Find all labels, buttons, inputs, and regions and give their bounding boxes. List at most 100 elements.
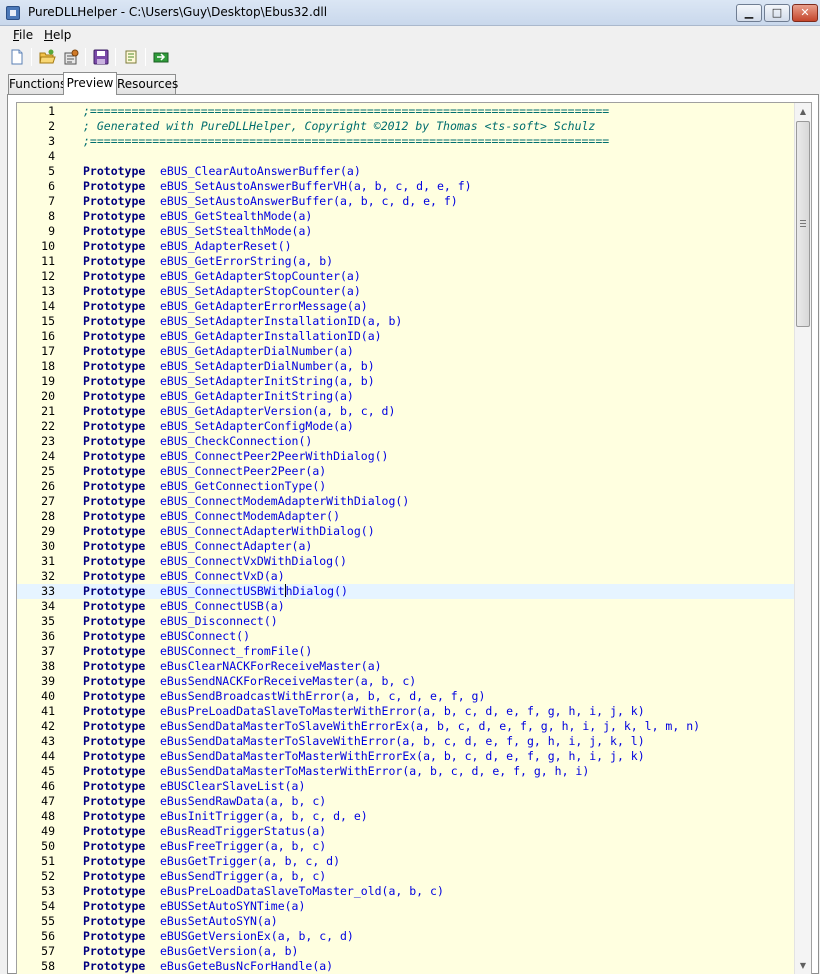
code-text: Prototype eBusSendDataMasterToSlaveWithEr…: [83, 719, 700, 734]
view-icon[interactable]: [122, 48, 140, 66]
code-line[interactable]: 30 Prototype eBUS_ConnectAdapter(a): [17, 539, 795, 554]
code-line[interactable]: 42 Prototype eBusSendDataMasterToSlaveWith…: [17, 719, 795, 734]
code-text: Prototype eBUS_GetErrorString(a, b): [83, 254, 333, 269]
code-line[interactable]: 18 Prototype eBUS_SetAdapterDialNumber(a, …: [17, 359, 795, 374]
code-line[interactable]: 26 Prototype eBUS_GetConnectionType(): [17, 479, 795, 494]
settings-icon[interactable]: [62, 48, 80, 66]
code-line[interactable]: 36 Prototype eBUSConnect(): [17, 629, 795, 644]
code-line[interactable]: 10 Prototype eBUS_AdapterReset(): [17, 239, 795, 254]
code-text: Prototype eBusPreLoadDataSlaveToMaster_ol…: [83, 884, 444, 899]
code-line[interactable]: 50 Prototype eBusFreeTrigger(a, b, c): [17, 839, 795, 854]
code-line[interactable]: 34 Prototype eBUS_ConnectUSB(a): [17, 599, 795, 614]
function-signature: eBusSendDataMasterToSlaveWithError(a, b,…: [160, 734, 645, 748]
code-line[interactable]: 23 Prototype eBUS_CheckConnection(): [17, 434, 795, 449]
code-line[interactable]: 21 Prototype eBUS_GetAdapterVersion(a, b, …: [17, 404, 795, 419]
close-button[interactable]: ✕: [792, 4, 818, 22]
code-line[interactable]: 41 Prototype eBusPreLoadDataSlaveToMasterW…: [17, 704, 795, 719]
code-line[interactable]: 43 Prototype eBusSendDataMasterToSlaveWith…: [17, 734, 795, 749]
scrollbar-thumb[interactable]: [796, 121, 810, 327]
line-number: 48: [41, 809, 55, 823]
code-line[interactable]: 53 Prototype eBusPreLoadDataSlaveToMaster_…: [17, 884, 795, 899]
code-line[interactable]: 1 ;======================================…: [17, 104, 795, 119]
maximize-button[interactable]: □: [764, 4, 790, 22]
code-line[interactable]: 33 Prototype eBUS_ConnectUSBWithDialog(): [17, 584, 795, 599]
code-line[interactable]: 9 Prototype eBUS_SetStealthMode(a): [17, 224, 795, 239]
code-line[interactable]: 11 Prototype eBUS_GetErrorString(a, b): [17, 254, 795, 269]
code-line[interactable]: 17 Prototype eBUS_GetAdapterDialNumber(a): [17, 344, 795, 359]
function-signature: eBUS_CheckConnection(): [160, 434, 313, 448]
code-line[interactable]: 57 Prototype eBusGetVersion(a, b): [17, 944, 795, 959]
code-line[interactable]: 6 Prototype eBUS_SetAustoAnswerBufferVH(a,…: [17, 179, 795, 194]
code-line[interactable]: 29 Prototype eBUS_ConnectAdapterWithDialog…: [17, 524, 795, 539]
code-line[interactable]: 32 Prototype eBUS_ConnectVxD(a): [17, 569, 795, 584]
line-number: 26: [41, 479, 55, 493]
tab-strip: Functions Preview Resources: [0, 72, 820, 95]
scroll-down-arrow-icon[interactable]: ▼: [795, 957, 811, 974]
code-line[interactable]: 5 Prototype eBUS_ClearAutoAnswerBuffer(a): [17, 164, 795, 179]
code-line[interactable]: 38 Prototype eBusClearNACKForReceiveMaster…: [17, 659, 795, 674]
code-line[interactable]: 7 Prototype eBUS_SetAustoAnswerBuffer(a, b…: [17, 194, 795, 209]
code-line[interactable]: 39 Prototype eBusSendNACKForReceiveMaster(…: [17, 674, 795, 689]
function-signature: eBUS_SetAustoAnswerBuffer(a, b, c, d, e,…: [160, 194, 458, 208]
menu-help[interactable]: Help: [44, 28, 71, 42]
code-line[interactable]: 40 Prototype eBusSendBroadcastWithError(a,…: [17, 689, 795, 704]
save-icon[interactable]: [92, 48, 110, 66]
new-document-icon[interactable]: [8, 48, 26, 66]
menu-file[interactable]: File: [13, 28, 33, 42]
code-line[interactable]: 25 Prototype eBUS_ConnectPeer2Peer(a): [17, 464, 795, 479]
code-line[interactable]: 19 Prototype eBUS_SetAdapterInitString(a, …: [17, 374, 795, 389]
code-line[interactable]: 8 Prototype eBUS_GetStealthMode(a): [17, 209, 795, 224]
code-line[interactable]: 47 Prototype eBusSendRawData(a, b, c): [17, 794, 795, 809]
code-line[interactable]: 35 Prototype eBUS_Disconnect(): [17, 614, 795, 629]
code-text: Prototype eBUS_ConnectModemAdapter(): [83, 509, 340, 524]
tab-functions[interactable]: Functions: [8, 74, 66, 94]
code-text: Prototype eBusSendDataMasterToSlaveWithEr…: [83, 734, 645, 749]
code-editor[interactable]: 1 ;======================================…: [16, 102, 812, 974]
code-line[interactable]: 2 ; Generated with PureDLLHelper, Copyrig…: [17, 119, 795, 134]
code-line[interactable]: 16 Prototype eBUS_GetAdapterInstallationID…: [17, 329, 795, 344]
line-number: 25: [41, 464, 55, 478]
line-number: 37: [41, 644, 55, 658]
code-line[interactable]: 4: [17, 149, 795, 164]
code-line[interactable]: 49 Prototype eBusReadTriggerStatus(a): [17, 824, 795, 839]
code-text: Prototype eBusSendDataMasterToMasterWithE…: [83, 749, 645, 764]
code-line[interactable]: 52 Prototype eBusSendTrigger(a, b, c): [17, 869, 795, 884]
export-icon[interactable]: [152, 48, 170, 66]
keyword-prototype: Prototype: [83, 809, 146, 823]
code-line[interactable]: 24 Prototype eBUS_ConnectPeer2PeerWithDial…: [17, 449, 795, 464]
code-line[interactable]: 27 Prototype eBUS_ConnectModemAdapterWithD…: [17, 494, 795, 509]
code-line[interactable]: 51 Prototype eBusGetTrigger(a, b, c, d): [17, 854, 795, 869]
code-line[interactable]: 37 Prototype eBUSConnect_fromFile(): [17, 644, 795, 659]
code-line[interactable]: 15 Prototype eBUS_SetAdapterInstallationID…: [17, 314, 795, 329]
function-signature: eBusSendBroadcastWithError(a, b, c, d, e…: [160, 689, 486, 703]
open-folder-icon[interactable]: [38, 48, 56, 66]
tab-resources[interactable]: Resources: [116, 74, 178, 94]
code-line[interactable]: 46 Prototype eBUSClearSlaveList(a): [17, 779, 795, 794]
line-number: 11: [41, 254, 55, 268]
code-line[interactable]: 54 Prototype eBUSSetAutoSYNTime(a): [17, 899, 795, 914]
line-number: 24: [41, 449, 55, 463]
function-signature: eBUS_SetAdapterInitString(a, b): [160, 374, 375, 388]
code-line[interactable]: 45 Prototype eBusSendDataMasterToMasterWit…: [17, 764, 795, 779]
code-line[interactable]: 56 Prototype eBUSGetVersionEx(a, b, c, d): [17, 929, 795, 944]
code-line[interactable]: 58 Prototype eBusGeteBusNcForHandle(a): [17, 959, 795, 974]
tab-preview[interactable]: Preview: [63, 72, 117, 95]
code-line[interactable]: 48 Prototype eBusInitTrigger(a, b, c, d, e…: [17, 809, 795, 824]
code-line[interactable]: 13 Prototype eBUS_SetAdapterStopCounter(a): [17, 284, 795, 299]
code-line[interactable]: 14 Prototype eBUS_GetAdapterErrorMessage(a…: [17, 299, 795, 314]
code-line[interactable]: 28 Prototype eBUS_ConnectModemAdapter(): [17, 509, 795, 524]
code-line[interactable]: 3 ;======================================…: [17, 134, 795, 149]
code-line[interactable]: 55 Prototype eBusSetAutoSYN(a): [17, 914, 795, 929]
minimize-button[interactable]: ▁: [736, 4, 762, 22]
code-line[interactable]: 31 Prototype eBUS_ConnectVxDWithDialog(): [17, 554, 795, 569]
line-number: 4: [48, 149, 55, 163]
line-number: 53: [41, 884, 55, 898]
code-line[interactable]: 20 Prototype eBUS_GetAdapterInitString(a): [17, 389, 795, 404]
code-text: Prototype eBUS_GetStealthMode(a): [83, 209, 312, 224]
scroll-up-arrow-icon[interactable]: ▲: [795, 103, 811, 120]
code-line[interactable]: 12 Prototype eBUS_GetAdapterStopCounter(a): [17, 269, 795, 284]
code-text: Prototype eBusSendBroadcastWithError(a, b…: [83, 689, 485, 704]
vertical-scrollbar[interactable]: ▲ ▼: [794, 103, 811, 974]
code-line[interactable]: 22 Prototype eBUS_SetAdapterConfigMode(a): [17, 419, 795, 434]
code-line[interactable]: 44 Prototype eBusSendDataMasterToMasterWit…: [17, 749, 795, 764]
